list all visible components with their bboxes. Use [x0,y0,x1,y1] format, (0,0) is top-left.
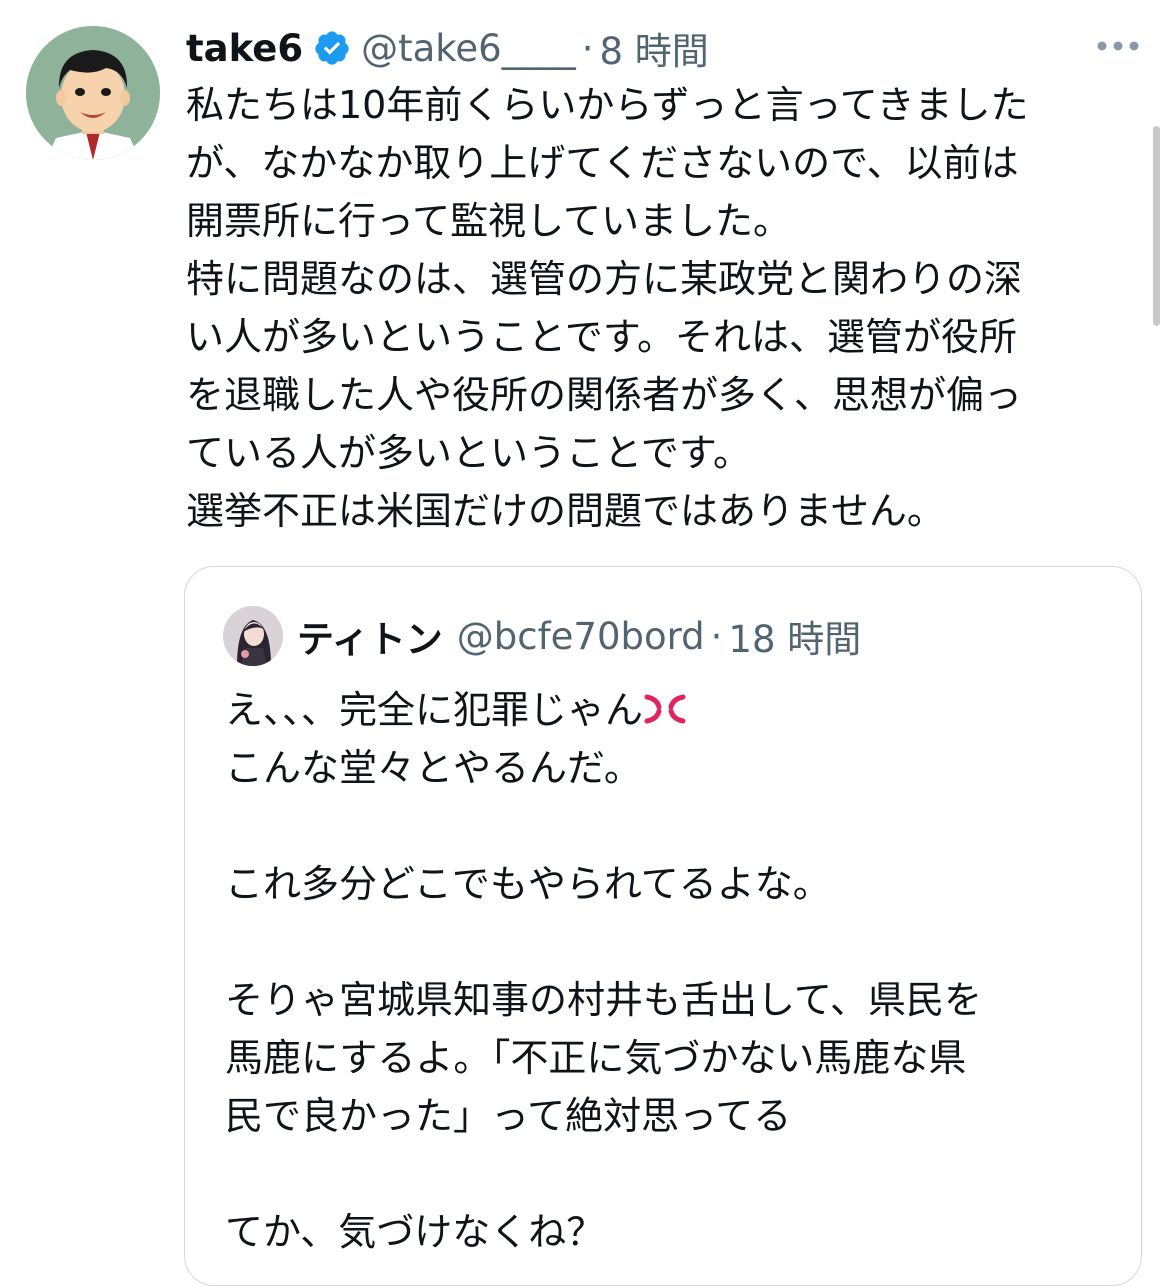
verified-badge-icon [313,29,351,67]
quoted-author-avatar[interactable] [223,606,283,666]
tweet[interactable]: take6 @take6____ · 8 時間 私たちは10年前くらいからずっと… [0,0,1170,1286]
scrollbar[interactable] [1153,126,1160,326]
tweet-text: 私たちは10年前くらいからずっと言ってきました が、なかなか取り上げてくださない… [186,76,1136,540]
quoted-tweet-text: え、、、完全に犯罪じゃん こんな堂々とやるんだ。 これ多分どこでもやられてるよな… [225,681,1105,1261]
tweet-text-line: 私たちは10年前くらいからずっと言ってきました [186,83,1029,127]
quoted-text-line: これ多分どこでもやられてるよな。 [225,862,831,906]
quoted-text-line [225,797,1105,855]
quoted-text-line: 馬鹿にするよ。「不正に気づかない馬鹿な県 [225,1036,967,1080]
quoted-text-line: そりゃ宮城県知事の村井も舌出して、県民を [225,978,982,1022]
tweet-text-line: い人が多いということです。それは、選管が役所 [186,315,1018,359]
tweet-text-line: が、なかなか取り上げてくださないので、以前は [186,141,1019,185]
author-display-name[interactable]: take6 [186,27,303,70]
quoted-tweet-header: ティトン @bcfe70bord · 18 時間 [223,605,861,667]
anger-symbol-icon [643,687,689,727]
quoted-text-line-1: え、、、完全に犯罪じゃん [225,688,644,732]
tweet-text-line: 特に問題なのは、選管の方に某政党と関わりの深 [186,257,1023,301]
quoted-author-handle[interactable]: @bcfe70bord [457,615,705,658]
separator-dot: · [581,26,594,70]
tweet-header: take6 @take6____ · 8 時間 [186,22,709,74]
author-handle[interactable]: @take6____ [361,27,576,70]
quoted-tweet-timestamp[interactable]: 18 時間 [728,609,861,663]
quoted-text-line [225,1145,1105,1203]
tweet-timestamp[interactable]: 8 時間 [599,21,708,75]
separator-dot: · [710,614,723,658]
quoted-text-line: てか、気づけなくね？ [225,1210,605,1254]
tweet-text-line: 選挙不正は米国だけの問題ではありません。 [186,489,945,533]
tweet-text-line: ている人が多いということです。 [186,431,752,475]
quoted-text-line: こんな堂々とやるんだ。 [225,746,642,790]
more-options-icon[interactable] [1096,38,1140,54]
author-avatar[interactable] [26,26,160,160]
quoted-tweet-card[interactable]: ティトン @bcfe70bord · 18 時間 え、、、完全に犯罪じゃん こん… [184,566,1142,1286]
quoted-text-line [225,913,1105,971]
tweet-text-line: を退職した人や役所の関係者が多く、思想が偏っ [186,373,1023,417]
quoted-text-line: え、、、完全に犯罪じゃん [225,681,1105,739]
quoted-author-display-name[interactable]: ティトン [297,609,443,663]
tweet-text-line: 開票所に行って監視していました。 [186,199,791,243]
quoted-text-line: 民で良かった」って絶対思ってる [225,1094,792,1138]
